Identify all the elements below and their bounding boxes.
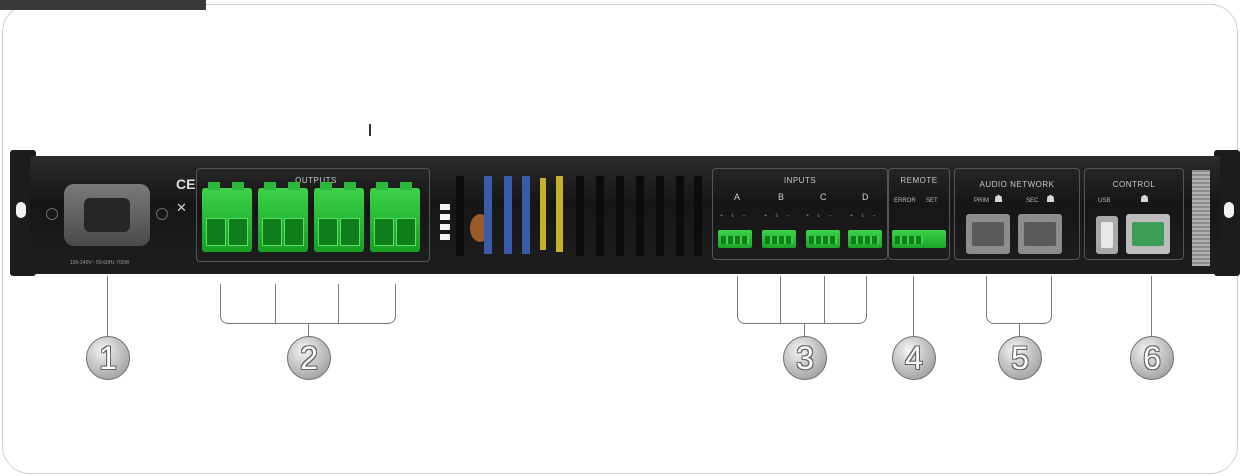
callout-line-4 [913,276,914,338]
component [504,176,512,254]
bracket-divider [275,284,276,324]
callout-bracket-5 [986,276,1052,324]
output-connector [202,182,252,252]
input-pin-labels: + ⏚ − [720,213,749,219]
power-inlet [64,184,150,246]
weee-icon: ✕ [176,200,187,215]
vent-slot [616,176,624,256]
secondary-network-port [1018,214,1062,254]
frame-top-line [206,4,1216,5]
primary-port-label: PRIM [974,198,989,204]
callout-number-5: 5 [998,336,1042,380]
input-channel-letter: A [734,192,741,202]
bracket-divider [338,284,339,324]
component [484,176,492,254]
input-pin-labels: + ⏚ − [764,213,793,219]
remote-set-label: SET [926,198,938,204]
callout-bracket-2 [220,284,396,324]
network-icon: ☗ [994,194,1003,205]
control-network-port [1126,214,1170,254]
vent-slot [656,176,664,256]
secondary-port-label: SEC [1026,198,1039,204]
input-pin-labels: + ⏚ − [806,213,835,219]
frame-corner-tab [0,0,206,10]
bracket-divider [824,276,825,324]
callout-number-4: 4 [892,336,936,380]
mount-hole [1224,202,1234,218]
vent-slot [676,176,684,256]
callout-number-3: 3 [783,336,827,380]
power-inlet-socket [84,198,130,232]
remote-error-label: ERROR [894,198,916,204]
callout-line-6 [1151,276,1152,338]
component [540,178,546,250]
input-connector [806,230,840,248]
callout-number-6: 6 [1130,336,1174,380]
input-channel-letter: B [778,192,785,202]
status-led [440,234,450,240]
ce-mark: CE [176,176,196,192]
inputs-label: INPUTS [783,176,817,185]
input-pin-labels: + ⏚ − [850,213,879,219]
status-led [440,214,450,220]
vent-slot [694,176,702,256]
callout-line-1 [107,276,108,338]
ground-icon [46,208,58,220]
vent-slot [576,176,584,256]
mount-hole [16,202,26,218]
input-connector [762,230,796,248]
status-led [440,224,450,230]
output-connector [258,182,308,252]
screw-icon [156,208,168,220]
primary-network-port [966,214,1010,254]
control-label: CONTROL [1112,180,1156,189]
input-connector [848,230,882,248]
remote-connector [892,230,946,248]
usb-label: USB [1098,198,1111,204]
network-icon: ☗ [1046,194,1055,205]
audio-network-label: AUDIO NETWORK [979,180,1055,189]
component [522,176,530,254]
callout-number-1: 1 [86,336,130,380]
output-connector [314,182,364,252]
usb-port [1096,216,1118,254]
status-led [440,204,450,210]
vent-slot [456,176,464,256]
input-channel-letter: C [820,192,827,202]
component [556,176,563,252]
output-connector [370,182,420,252]
serial-number-label [1192,170,1210,266]
remote-label: REMOTE [900,176,938,185]
input-channel-letter: D [862,192,869,202]
network-icon: ☗ [1140,194,1149,205]
tick-mark [369,124,371,136]
power-rating-text: 100-240V~ 50-60Hz 700W [70,260,130,266]
input-connector [718,230,752,248]
vent-slot [596,176,604,256]
bracket-divider [780,276,781,324]
callout-bracket-3 [737,276,867,324]
vent-slot [636,176,644,256]
callout-number-2: 2 [287,336,331,380]
